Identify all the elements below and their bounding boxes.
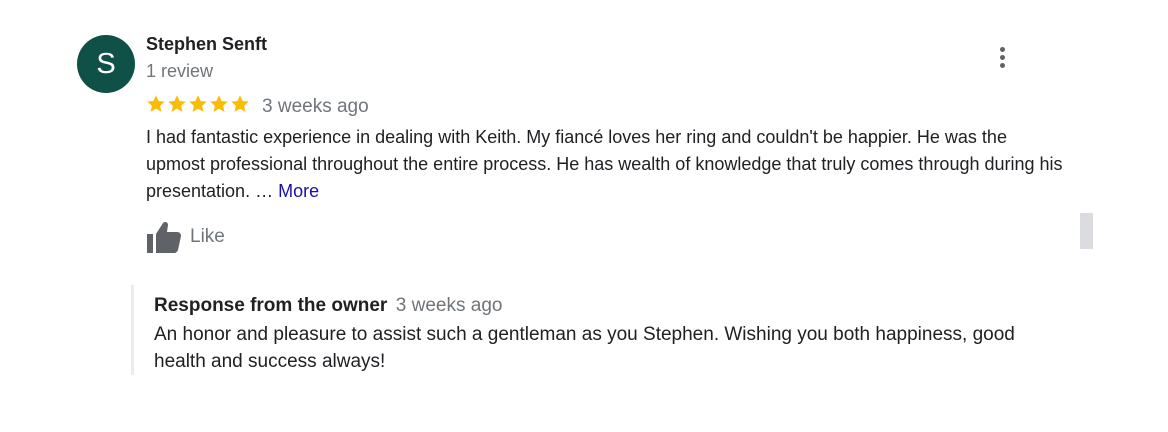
more-link[interactable]: More <box>278 181 319 201</box>
thumbs-up-icon <box>146 220 182 254</box>
review-count: 1 review <box>146 61 214 81</box>
avatar[interactable]: S <box>77 35 135 93</box>
reviewer-name[interactable]: Stephen Senft <box>146 34 267 55</box>
owner-response-header: Response from the owner 3 weeks ago <box>154 295 502 317</box>
star-rating <box>146 94 251 120</box>
more-vert-icon-dot <box>999 55 1005 60</box>
star-icon <box>146 94 166 116</box>
scrollbar-thumb[interactable] <box>1080 213 1093 249</box>
star-icon <box>188 94 208 116</box>
star-icon <box>209 94 229 116</box>
like-label: Like <box>190 226 225 247</box>
like-button[interactable]: Like <box>146 220 225 254</box>
owner-response-title: Response from the owner <box>154 295 388 316</box>
review-time: 3 weeks ago <box>262 96 369 117</box>
owner-response: Response from the owner 3 weeks ago An h… <box>131 285 1074 375</box>
owner-response-time: 3 weeks ago <box>395 295 503 316</box>
star-icon <box>167 94 187 116</box>
owner-response-text: An honor and pleasure to assist such a g… <box>154 324 1015 372</box>
more-vert-icon <box>999 47 1005 52</box>
review-text: I had fantastic experience in dealing wi… <box>146 124 1066 205</box>
more-options-button[interactable] <box>990 44 1014 72</box>
more-vert-icon-dot <box>999 63 1005 68</box>
star-icon <box>230 94 250 116</box>
